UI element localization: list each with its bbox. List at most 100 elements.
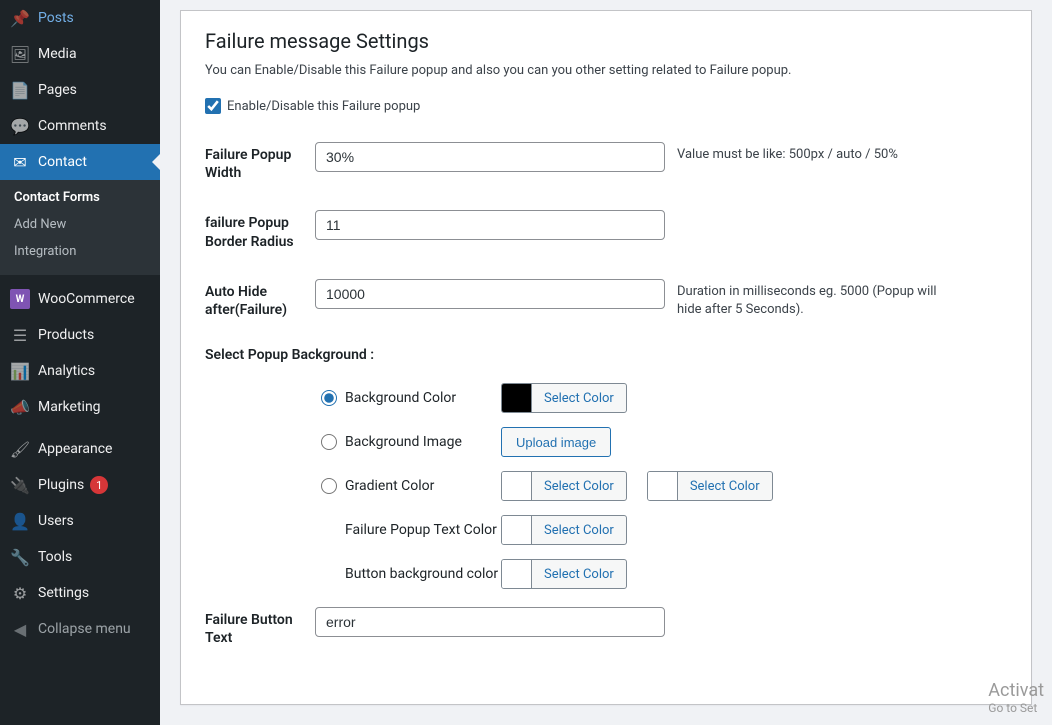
- bg-color-button[interactable]: Select Color: [501, 383, 627, 413]
- sidebar-submenu: Contact Forms Add New Integration: [0, 180, 160, 275]
- user-icon: 👤: [10, 511, 30, 531]
- sidebar-label: Products: [38, 327, 94, 343]
- wrench-icon: 🔧: [10, 547, 30, 567]
- woo-icon: W: [10, 289, 30, 309]
- sidebar-label: Tools: [38, 549, 72, 565]
- bg-color-btn-text: Select Color: [532, 391, 626, 406]
- enable-label: Enable/Disable this Failure popup: [227, 99, 420, 114]
- sidebar-item-pages[interactable]: 📄 Pages: [0, 72, 160, 108]
- bg-image-label: Background Image: [345, 434, 501, 450]
- sidebar-item-contact[interactable]: ✉Contact: [0, 144, 160, 180]
- gradient-row: Gradient Color Select Color Select Color: [321, 471, 1007, 501]
- width-row: Failure Popup Width Value must be like: …: [205, 142, 1007, 182]
- bg-color-swatch: [502, 384, 532, 412]
- text-color-label: Failure Popup Text Color: [345, 522, 501, 538]
- submenu-contact-forms[interactable]: Contact Forms: [0, 184, 160, 211]
- background-section-title: Select Popup Background :: [205, 347, 1007, 363]
- comment-icon: 💬: [10, 116, 30, 136]
- sidebar-item-comments[interactable]: 💬 Comments: [0, 108, 160, 144]
- radius-label: failure Popup Border Radius: [205, 210, 315, 250]
- sidebar-item-users[interactable]: 👤 Users: [0, 503, 160, 539]
- analytics-icon: 📊: [10, 361, 30, 381]
- bg-image-row: Background Image Upload image: [321, 427, 1007, 457]
- brush-icon: 🖌: [10, 439, 30, 459]
- upload-image-button[interactable]: Upload image: [501, 427, 611, 457]
- sidebar-item-posts[interactable]: 📌 Posts: [0, 0, 160, 36]
- plugin-badge: 1: [90, 476, 108, 494]
- background-options: Background Color Select Color Background…: [205, 383, 1007, 589]
- bg-color-radio[interactable]: [321, 390, 337, 406]
- enable-toggle-row: Enable/Disable this Failure popup: [205, 98, 1007, 114]
- main-content: Failure message Settings You can Enable/…: [160, 0, 1052, 725]
- sidebar-collapse[interactable]: ◀ Collapse menu: [0, 611, 160, 647]
- sidebar-label: WooCommerce: [38, 291, 135, 307]
- autohide-row: Auto Hide after(Failure) Duration in mil…: [205, 279, 1007, 319]
- gradient-color1-button[interactable]: Select Color: [501, 471, 627, 501]
- sidebar-item-woocommerce[interactable]: W WooCommerce: [0, 281, 160, 317]
- plugin-icon: 🔌: [10, 475, 30, 495]
- bg-color-row: Background Color Select Color: [321, 383, 1007, 413]
- bg-color-label: Background Color: [345, 390, 501, 406]
- section-description: You can Enable/Disable this Failure popu…: [205, 63, 1007, 78]
- gradient-btn2-text: Select Color: [678, 479, 772, 494]
- sidebar-label: Media: [38, 46, 77, 62]
- sidebar-label: Users: [38, 513, 74, 529]
- sidebar-item-settings[interactable]: ⚙Settings: [0, 575, 160, 611]
- sidebar-label: Contact: [38, 154, 87, 170]
- sidebar-item-tools[interactable]: 🔧 Tools: [0, 539, 160, 575]
- sidebar-label: Pages: [38, 82, 77, 98]
- button-bg-label: Button background color: [345, 566, 501, 582]
- sidebar-label: Comments: [38, 118, 107, 134]
- section-title: Failure message Settings: [205, 29, 1007, 53]
- sidebar-label: Collapse menu: [38, 621, 131, 637]
- admin-sidebar: 📌Posts 🖼Media 📄Pages 💬Comments ✉Contact …: [0, 0, 160, 725]
- gradient-swatch2: [648, 472, 678, 500]
- pin-icon: 📌: [10, 8, 30, 28]
- button-bg-row: Button background color Select Color: [321, 559, 1007, 589]
- submenu-add-new[interactable]: Add New: [0, 211, 160, 238]
- sidebar-item-plugins[interactable]: 🔌 Plugins 1: [0, 467, 160, 503]
- button-text-row: Failure Button Text: [205, 607, 1007, 647]
- autohide-label: Auto Hide after(Failure): [205, 279, 315, 319]
- enable-checkbox[interactable]: [205, 98, 221, 114]
- media-icon: 🖼: [10, 44, 30, 64]
- radius-input[interactable]: [315, 210, 665, 240]
- button-text-input[interactable]: [315, 607, 665, 637]
- autohide-input[interactable]: [315, 279, 665, 309]
- button-bg-swatch: [502, 560, 532, 588]
- gradient-label: Gradient Color: [345, 478, 501, 494]
- button-bg-btn-text: Select Color: [532, 567, 626, 582]
- sidebar-item-media[interactable]: 🖼 Media: [0, 36, 160, 72]
- megaphone-icon: 📣: [10, 397, 30, 417]
- sidebar-label: Marketing: [38, 399, 101, 415]
- gear-icon: ⚙: [10, 583, 30, 603]
- settings-panel: Failure message Settings You can Enable/…: [180, 10, 1032, 705]
- autohide-hint: Duration in milliseconds eg. 5000 (Popup…: [677, 279, 937, 319]
- sidebar-item-appearance[interactable]: 🖌 Appearance: [0, 431, 160, 467]
- sidebar-label: Analytics: [38, 363, 95, 379]
- width-hint: Value must be like: 500px / auto / 50%: [677, 142, 898, 164]
- sidebar-label: Posts: [38, 10, 74, 26]
- submenu-integration[interactable]: Integration: [0, 238, 160, 265]
- width-label: Failure Popup Width: [205, 142, 315, 182]
- sidebar-label: Appearance: [38, 441, 112, 457]
- text-color-swatch: [502, 516, 532, 544]
- products-icon: ☰: [10, 325, 30, 345]
- text-color-row: Failure Popup Text Color Select Color: [321, 515, 1007, 545]
- gradient-btn1-text: Select Color: [532, 479, 626, 494]
- sidebar-item-marketing[interactable]: 📣 Marketing: [0, 389, 160, 425]
- button-bg-color-button[interactable]: Select Color: [501, 559, 627, 589]
- sidebar-label: Plugins: [38, 477, 84, 493]
- gradient-radio[interactable]: [321, 478, 337, 494]
- page-icon: 📄: [10, 80, 30, 100]
- collapse-icon: ◀: [10, 619, 30, 639]
- bg-image-radio[interactable]: [321, 434, 337, 450]
- text-color-btn-text: Select Color: [532, 523, 626, 538]
- width-input[interactable]: [315, 142, 665, 172]
- gradient-color2-button[interactable]: Select Color: [647, 471, 773, 501]
- button-text-label: Failure Button Text: [205, 607, 315, 647]
- sidebar-item-products[interactable]: ☰ Products: [0, 317, 160, 353]
- sidebar-item-analytics[interactable]: 📊 Analytics: [0, 353, 160, 389]
- radius-row: failure Popup Border Radius: [205, 210, 1007, 250]
- text-color-button[interactable]: Select Color: [501, 515, 627, 545]
